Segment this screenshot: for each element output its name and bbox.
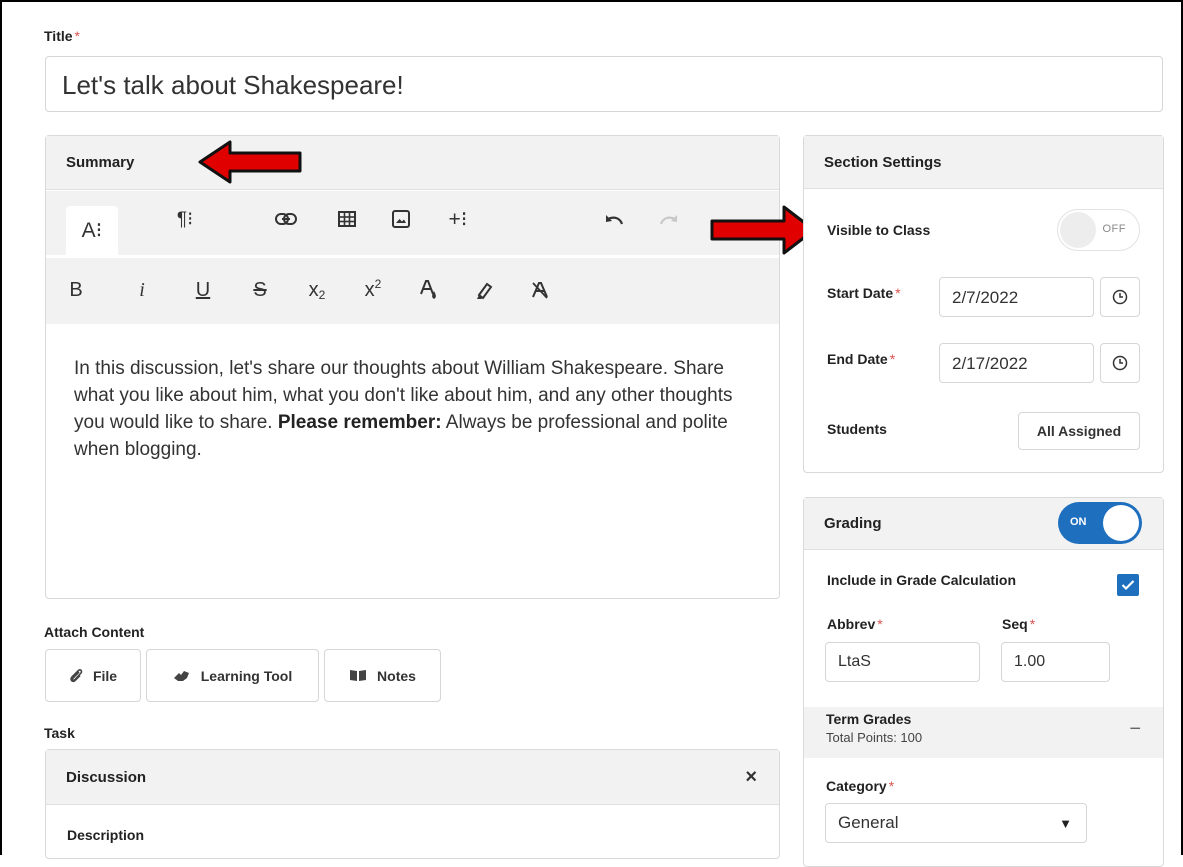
undo-icon[interactable] [596, 201, 632, 237]
visible-to-class-toggle[interactable]: OFF [1057, 209, 1140, 251]
paragraph-format-button[interactable]: ¶⁝ [164, 199, 206, 239]
underline-button[interactable]: U [186, 270, 220, 310]
collapse-icon[interactable]: − [1129, 718, 1141, 741]
attach-notes-button[interactable]: Notes [324, 649, 441, 702]
summary-editor: Summary A⁝ ¶⁝ +⁝ B i U S x2 x2 In this d… [45, 135, 780, 599]
title-label: Title * [44, 28, 80, 44]
end-date-input[interactable]: 2/17/2022 [939, 343, 1094, 383]
editor-toolbar-bottom: B i U S x2 x2 [46, 258, 779, 324]
italic-button[interactable]: i [126, 270, 158, 310]
include-grade-calculation-checkbox[interactable] [1117, 574, 1139, 596]
strikethrough-button[interactable]: S [243, 270, 277, 310]
summary-header: Summary [46, 136, 779, 190]
clock-icon [1112, 355, 1128, 371]
summary-editor-content[interactable]: In this discussion, let's share our thou… [74, 355, 754, 463]
link-icon[interactable] [268, 201, 304, 237]
editor-toolbar-top: A⁝ ¶⁝ +⁝ [46, 191, 779, 255]
redo-icon[interactable] [651, 201, 687, 237]
seq-label: Seq * [1002, 616, 1036, 632]
term-grades-bar[interactable]: Term Grades Total Points: 100 − [804, 707, 1163, 758]
clear-format-icon[interactable] [522, 272, 558, 308]
attach-file-button[interactable]: File [45, 649, 141, 702]
seq-input[interactable]: 1.00 [1001, 642, 1110, 682]
start-date-picker-button[interactable] [1100, 277, 1140, 317]
highlight-icon[interactable] [466, 272, 502, 308]
paperclip-icon [70, 668, 83, 682]
subscript-button[interactable]: x2 [299, 270, 335, 310]
annotation-arrow-visible [708, 202, 818, 258]
include-grade-calculation-label: Include in Grade Calculation [827, 572, 1017, 588]
attach-content-label: Attach Content [44, 624, 145, 640]
close-icon[interactable]: × [745, 766, 757, 789]
insert-more-button[interactable]: +⁝ [439, 199, 477, 239]
title-input[interactable]: Let's talk about Shakespeare! [45, 56, 1163, 112]
category-select[interactable]: General ▼ [825, 803, 1087, 843]
caret-down-icon: ▼ [1059, 816, 1072, 831]
abbrev-input[interactable]: LtaS [825, 642, 980, 682]
term-grades-title: Term Grades [826, 711, 912, 727]
toggle-knob [1060, 212, 1096, 248]
task-label: Task [44, 725, 75, 741]
start-date-input[interactable]: 2/7/2022 [939, 277, 1094, 317]
students-label: Students [827, 421, 887, 437]
annotation-arrow-summary [196, 138, 304, 186]
grading-toggle[interactable]: ON [1058, 502, 1142, 544]
text-color-icon[interactable] [411, 272, 447, 308]
font-style-button[interactable]: A⁝ [66, 206, 118, 255]
visible-to-class-label: Visible to Class [827, 222, 931, 238]
toggle-knob [1103, 505, 1139, 541]
start-date-label: Start Date * [827, 285, 901, 301]
all-assigned-button[interactable]: All Assigned [1018, 412, 1140, 450]
abbrev-label: Abbrev * [827, 616, 883, 632]
section-settings-header: Section Settings [804, 136, 1163, 189]
book-icon [350, 670, 367, 681]
attach-learning-tool-button[interactable]: Learning Tool [146, 649, 319, 702]
term-grades-points: Total Points: 100 [826, 730, 923, 745]
check-icon [1121, 580, 1135, 591]
superscript-button[interactable]: x2 [355, 270, 391, 310]
end-date-label: End Date * [827, 351, 896, 367]
category-label: Category * [826, 778, 895, 794]
discussion-header: Discussion × [46, 750, 779, 805]
table-icon[interactable] [329, 201, 365, 237]
puzzle-icon [173, 670, 189, 681]
end-date-picker-button[interactable] [1100, 343, 1140, 383]
discussion-panel: Discussion × [45, 749, 780, 859]
description-label: Description [67, 827, 145, 843]
bold-button[interactable]: B [60, 270, 92, 310]
image-icon[interactable] [383, 201, 419, 237]
body-bold-text: Please remember: [277, 412, 442, 433]
clock-icon [1112, 289, 1128, 305]
